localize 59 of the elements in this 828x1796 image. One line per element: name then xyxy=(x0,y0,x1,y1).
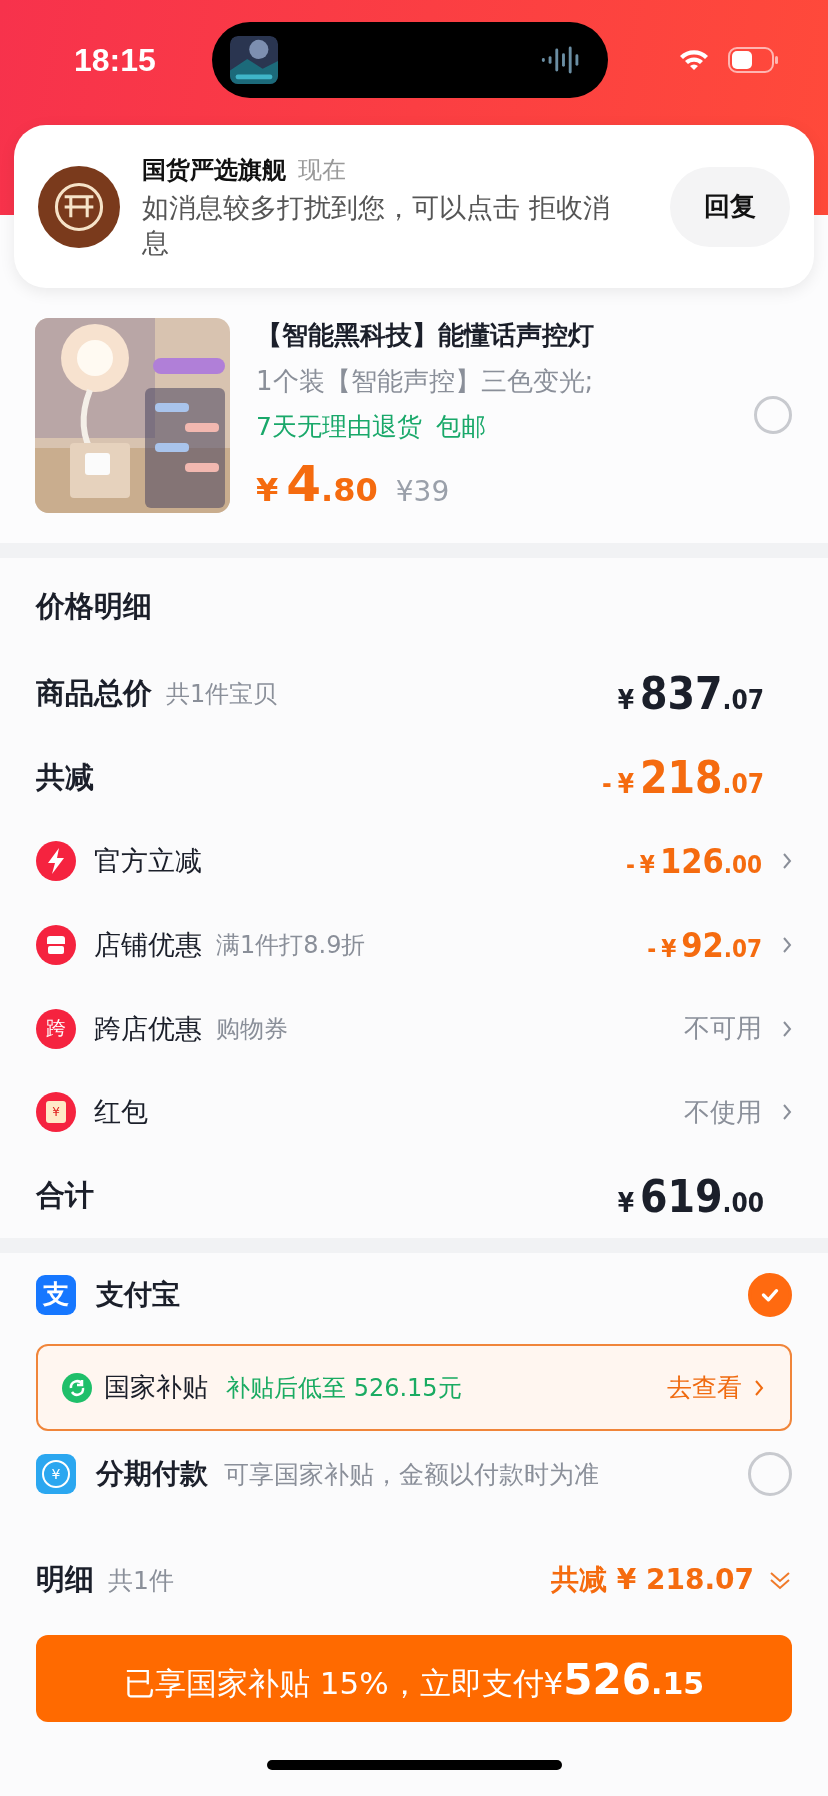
product-title: 【智能黑科技】能懂话声控灯 xyxy=(256,319,595,352)
chevron-right-icon[interactable] xyxy=(782,1019,792,1038)
product-spec: 1个装【智能声控】三色变光; xyxy=(256,365,595,398)
row-note: 共1件宝贝 xyxy=(166,678,278,710)
select-radio[interactable] xyxy=(748,1452,792,1496)
refresh-icon xyxy=(62,1372,92,1403)
discount-amount: - ¥126.00 xyxy=(625,841,762,882)
amount: ¥619.00 xyxy=(617,1170,764,1222)
envelope-icon: ¥ xyxy=(36,1092,76,1133)
select-radio[interactable] xyxy=(748,1272,792,1317)
lightning-icon xyxy=(36,841,76,882)
row-label: 共减 xyxy=(36,758,94,796)
service-tag: 7天无理由退货 xyxy=(256,409,422,445)
view-link[interactable]: 去查看 xyxy=(667,1371,742,1404)
section-title: 价格明细 xyxy=(36,588,153,625)
payment-method-name: 分期付款 xyxy=(96,1456,208,1492)
original-price: ¥39 xyxy=(395,475,450,508)
row-note: 满1件打8.9折 xyxy=(216,930,366,961)
status-time: 18:15 xyxy=(74,41,157,79)
row-value[interactable]: 不可用 xyxy=(684,1011,762,1047)
total-discount[interactable]: 共减 ¥ 218.07 xyxy=(550,1561,754,1599)
notification-sender: 国货严选旗舰 xyxy=(142,154,286,186)
chevron-right-icon[interactable] xyxy=(782,1103,792,1122)
shop-logo-icon xyxy=(38,165,120,248)
chevron-right-icon[interactable] xyxy=(754,1378,764,1397)
subsidy-text: 补贴后低至 526.15元 xyxy=(226,1372,462,1404)
wifi-icon xyxy=(678,48,710,72)
battery-icon xyxy=(728,47,780,73)
row-label: 跨店优惠 xyxy=(94,1011,202,1046)
notification-time: 现在 xyxy=(298,154,346,186)
subsidy-banner[interactable]: 国家补贴 补贴后低至 526.15元 去查看 xyxy=(36,1344,792,1431)
row-label: 合计 xyxy=(36,1177,94,1215)
row-label: 商品总价 xyxy=(36,674,152,712)
detail-label: 明细 xyxy=(36,1561,94,1598)
row-value[interactable]: 不使用 xyxy=(684,1094,762,1130)
chevron-right-icon[interactable] xyxy=(782,936,792,954)
alipay-icon: 支 xyxy=(36,1274,76,1315)
row-label: 官方立减 xyxy=(94,844,202,879)
cross-store-icon: 跨 xyxy=(36,1008,76,1049)
payment-method-name: 支付宝 xyxy=(96,1276,180,1313)
product-price: ¥ 4.80 xyxy=(256,455,378,513)
item-count: 共1件 xyxy=(108,1564,174,1597)
amount: ¥837.07 xyxy=(617,668,764,720)
payment-note: 可享国家补贴，金额以付款时为准 xyxy=(224,1458,599,1491)
pay-button[interactable]: 已享国家补贴 15%，立即支付¥526.15 xyxy=(36,1635,792,1722)
reply-button[interactable]: 回复 xyxy=(670,166,790,247)
select-radio[interactable] xyxy=(754,396,792,434)
amount: - ¥218.07 xyxy=(601,752,764,804)
chevron-right-icon[interactable] xyxy=(782,852,792,871)
row-note: 购物券 xyxy=(216,1013,288,1045)
notification-message: 如消息较多打扰到您，可以点击 拒收消息 xyxy=(142,190,611,260)
discount-amount: - ¥92.07 xyxy=(647,925,762,965)
shop-icon xyxy=(36,925,76,965)
notification-banner[interactable]: 国货严选旗舰 现在 如消息较多打扰到您，可以点击 拒收消息 回复 xyxy=(14,125,814,288)
service-tag: 包邮 xyxy=(435,409,486,445)
row-label: 红包 xyxy=(94,1095,148,1130)
row-label: 店铺优惠 xyxy=(94,928,202,962)
installment-icon: ¥ xyxy=(36,1454,76,1494)
subsidy-label: 国家补贴 xyxy=(104,1371,208,1404)
